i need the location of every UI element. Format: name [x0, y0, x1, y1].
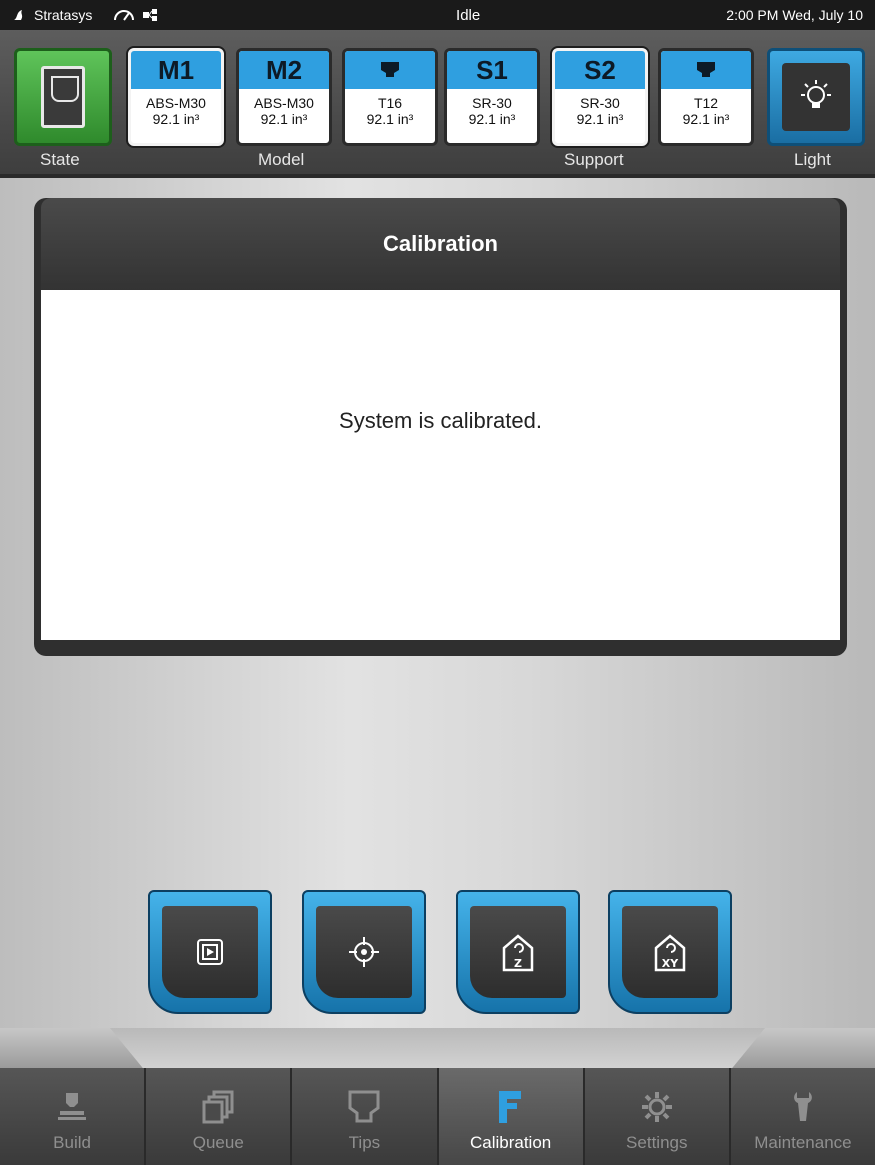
tip-icon	[661, 51, 751, 89]
calibration-panel: Calibration System is calibrated.	[34, 198, 847, 656]
gauge-icon	[114, 10, 135, 21]
bay-code: S2	[555, 51, 645, 89]
printer-icon	[41, 66, 85, 128]
wrench-icon	[794, 1092, 812, 1121]
bay-support-tip[interactable]: T12 92.1 in³	[658, 48, 754, 146]
tab-queue[interactable]: Queue	[146, 1068, 293, 1165]
play-card-icon	[197, 939, 223, 965]
support-label: Support	[564, 150, 624, 169]
home-xy-button[interactable]: XY	[608, 890, 732, 1014]
bay-m2[interactable]: M2 ABS-M30 92.1 in³	[236, 48, 332, 146]
calibration-icon	[498, 1091, 521, 1123]
status-bar: Stratasys Idle 2:00 PM Wed, July 10	[0, 0, 875, 30]
material-header: State M1 ABS-M30 92.1 in³ M2 ABS-M30 92.…	[0, 30, 875, 178]
bay-volume: 92.1 in³	[682, 111, 730, 127]
bay-material: ABS-M30	[254, 95, 314, 111]
tab-label: Settings	[626, 1133, 688, 1152]
tab-label: Queue	[192, 1133, 244, 1152]
bay-model-tip[interactable]: T16 92.1 in³	[342, 48, 438, 146]
tip-icon	[345, 51, 435, 89]
model-label: Model	[258, 150, 305, 169]
datetime: 2:00 PM Wed, July 10	[726, 7, 863, 23]
nav-trim	[0, 1028, 875, 1068]
bay-material: ABS-M30	[146, 95, 206, 111]
gear-icon	[641, 1092, 672, 1122]
bay-material: T16	[377, 95, 403, 111]
main-area: Calibration System is calibrated. Z XY	[0, 178, 875, 1028]
bay-volume: 92.1 in³	[260, 111, 308, 127]
printer-state: Idle	[456, 6, 481, 24]
tab-label: Build	[53, 1133, 91, 1152]
bay-code: M2	[239, 51, 329, 89]
home-z-label: Z	[514, 957, 522, 970]
home-xy-label: XY	[662, 957, 679, 970]
tab-label: Tips	[348, 1133, 381, 1152]
status-left: Stratasys	[0, 7, 320, 23]
home-z-icon: Z	[502, 934, 534, 972]
crosshair-icon	[349, 937, 379, 967]
bay-material: SR-30	[472, 95, 512, 111]
stratasys-logo-icon	[14, 10, 23, 20]
tip-icon	[348, 1090, 380, 1123]
bay-material: T12	[693, 95, 719, 111]
tab-settings[interactable]: Settings	[585, 1068, 731, 1165]
bay-volume: 92.1 in³	[152, 111, 200, 127]
bay-volume: 92.1 in³	[366, 111, 414, 127]
bay-s1[interactable]: S1 SR-30 92.1 in³	[444, 48, 540, 146]
tab-build[interactable]: Build	[0, 1068, 147, 1165]
home-z-button[interactable]: Z	[456, 890, 580, 1014]
bay-volume: 92.1 in³	[576, 111, 624, 127]
light-label: Light	[794, 150, 831, 169]
light-button[interactable]	[767, 48, 865, 146]
home-xy-icon: XY	[654, 934, 686, 972]
bay-code: M1	[131, 51, 221, 89]
tab-calibration[interactable]: Calibration	[438, 1068, 585, 1165]
bottom-nav: Build Queue Tips Calibration Settings Ma…	[0, 1028, 875, 1165]
state-button[interactable]	[14, 48, 112, 146]
brand-name: Stratasys	[34, 7, 93, 23]
panel-body: System is calibrated.	[41, 290, 840, 640]
tab-label: Maintenance	[754, 1133, 852, 1152]
bay-material: SR-30	[580, 95, 620, 111]
queue-icon	[202, 1090, 234, 1124]
tab-tips[interactable]: Tips	[292, 1068, 439, 1165]
calibration-message: System is calibrated.	[339, 408, 542, 433]
calibration-play-button[interactable]	[148, 890, 272, 1014]
lightbulb-icon	[782, 63, 850, 131]
bay-code: S1	[447, 51, 537, 89]
state-label: State	[40, 150, 80, 169]
panel-title: Calibration	[41, 198, 840, 290]
bay-s2[interactable]: S2 SR-30 92.1 in³	[552, 48, 648, 146]
tab-maintenance[interactable]: Maintenance	[731, 1068, 875, 1165]
calibration-target-button[interactable]	[302, 890, 426, 1014]
network-icon	[143, 9, 158, 21]
tab-label: Calibration	[469, 1133, 552, 1152]
bay-m1[interactable]: M1 ABS-M30 92.1 in³	[128, 48, 224, 146]
build-icon	[58, 1093, 87, 1120]
bay-volume: 92.1 in³	[468, 111, 516, 127]
